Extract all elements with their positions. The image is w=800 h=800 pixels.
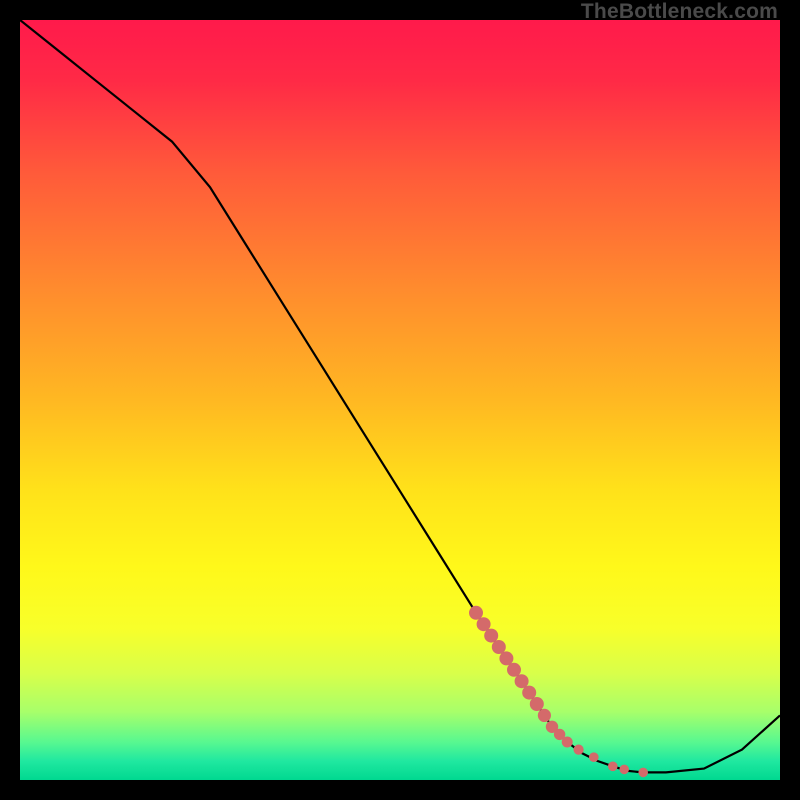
highlight-dot — [638, 768, 648, 778]
highlight-dot — [522, 686, 536, 700]
highlight-dot — [619, 765, 629, 775]
highlight-dot — [538, 709, 551, 722]
highlight-dot — [589, 752, 599, 762]
bottleneck-chart — [20, 20, 780, 780]
gradient-background — [20, 20, 780, 780]
highlight-dot — [499, 651, 513, 665]
highlight-dot — [574, 745, 584, 755]
watermark-text: TheBottleneck.com — [581, 0, 778, 24]
highlight-dot — [492, 640, 506, 654]
chart-frame — [20, 20, 780, 780]
highlight-dot — [484, 629, 498, 643]
highlight-dot — [608, 762, 618, 772]
highlight-dot — [507, 663, 521, 677]
highlight-dot — [562, 737, 573, 748]
highlight-dot — [530, 697, 544, 711]
highlight-dot — [469, 606, 483, 620]
highlight-dot — [477, 617, 491, 631]
highlight-dot — [515, 674, 529, 688]
